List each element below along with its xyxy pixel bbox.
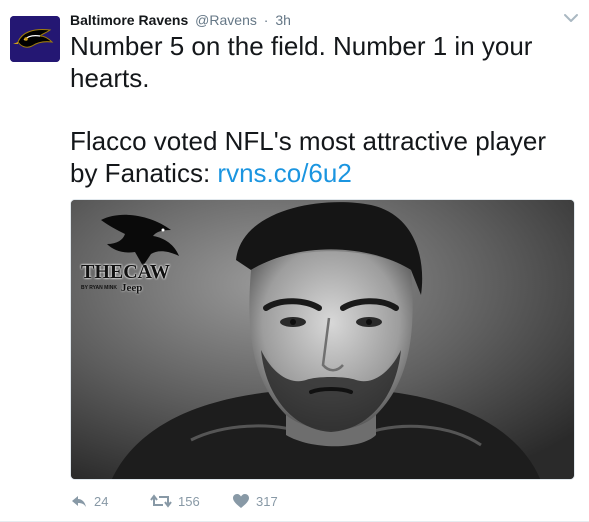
like-count: 317 — [256, 493, 278, 509]
display-name[interactable]: Baltimore Ravens — [70, 12, 188, 28]
tweet-link[interactable]: rvns.co/6u2 — [217, 158, 351, 188]
avatar[interactable] — [10, 16, 60, 62]
reply-button[interactable]: 24 — [70, 490, 150, 512]
separator-dot: · — [263, 12, 269, 28]
the-caw-logo-title: THECAW — [81, 261, 170, 283]
retweet-icon — [150, 494, 172, 508]
tweet-text: Number 5 on the field. Number 1 in your … — [70, 30, 575, 189]
tweet-card[interactable]: Baltimore Ravens @Ravens · 3h Number 5 o… — [0, 0, 589, 522]
like-button[interactable]: 317 — [232, 490, 312, 512]
portrait-photo — [71, 200, 574, 479]
tweet-text-line: Flacco voted NFL's most attractive playe… — [70, 125, 575, 189]
tweet-actions: 24 156 317 — [70, 490, 312, 512]
user-handle[interactable]: @Ravens — [195, 12, 257, 28]
reply-count: 24 — [94, 493, 109, 509]
timestamp[interactable]: 3h — [275, 12, 291, 28]
tweet-photo[interactable]: THECAW BY RYAN MINK Jeep — [70, 199, 575, 480]
the-caw-logo: THECAW BY RYAN MINK Jeep — [81, 262, 181, 294]
heart-icon — [233, 494, 249, 508]
jeep-logo: Jeep — [120, 282, 143, 294]
the-caw-logo-byline: BY RYAN MINK — [81, 285, 117, 291]
chevron-down-icon[interactable] — [562, 11, 580, 25]
ravens-logo-icon — [10, 16, 60, 62]
retweet-button[interactable]: 156 — [150, 490, 232, 512]
reply-icon — [72, 496, 86, 507]
retweet-count: 156 — [178, 493, 200, 509]
tweet-header: Baltimore Ravens @Ravens · 3h — [70, 10, 291, 30]
tweet-text-line: Number 5 on the field. Number 1 in your … — [70, 31, 533, 93]
